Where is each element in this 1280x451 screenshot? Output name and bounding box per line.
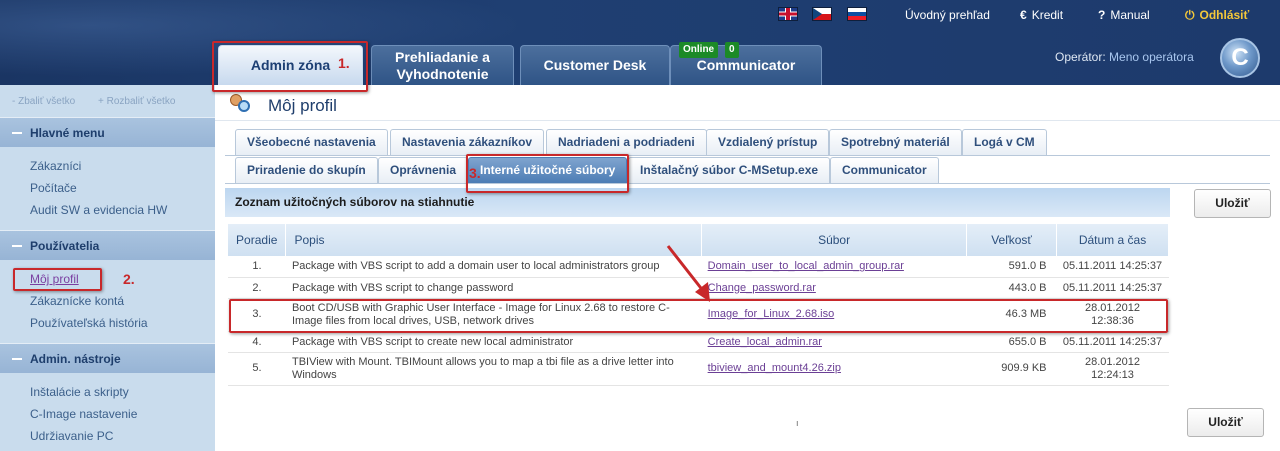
app-header: Úvodný prehľad € Kredit ? Manual ⏻ Odhlásiť… bbox=[0, 0, 1280, 85]
row-description: TBIView with Mount. TBIMount allows you … bbox=[285, 352, 702, 386]
english-flag-icon[interactable] bbox=[778, 7, 798, 21]
sidebar-item-customer-accounts[interactable]: Zákaznícke kontá bbox=[30, 294, 124, 308]
collapse-all-link[interactable]: - Zbaliť všetko bbox=[12, 96, 75, 107]
sidebar-section-admin-tools[interactable]: Admin. nástroje bbox=[0, 343, 215, 373]
credit-link[interactable]: € Kredit bbox=[1020, 8, 1063, 22]
page-title: Môj profil bbox=[268, 96, 337, 115]
stray-mark: ı bbox=[796, 418, 799, 428]
row-size: 591.0 B bbox=[966, 256, 1057, 278]
column-description[interactable]: Popis bbox=[285, 224, 703, 256]
tab-communicator-settings[interactable]: Communicator bbox=[830, 157, 939, 183]
online-badge: Online bbox=[679, 42, 719, 58]
tab-customer-desk[interactable]: Customer Desk bbox=[520, 45, 670, 85]
online-count-badge: 0 bbox=[725, 42, 739, 58]
tab-remote-access[interactable]: Vzdialený prístup bbox=[706, 129, 830, 155]
file-download-link[interactable]: tbiview_and_mount4.26.zip bbox=[708, 362, 841, 374]
czech-flag-icon[interactable] bbox=[812, 7, 832, 21]
operator-label: Operátor: bbox=[1055, 50, 1106, 64]
file-download-link[interactable]: Domain_user_to_local_admin_group.rar bbox=[708, 260, 904, 272]
title-divider bbox=[215, 120, 1280, 121]
tab-label: Customer Desk bbox=[543, 57, 647, 73]
row-datetime: 28.01.2012 12:24:13 bbox=[1056, 352, 1169, 386]
sidebar-item-audit[interactable]: Audit SW a evidencia HW bbox=[30, 203, 167, 217]
tab-label: Prehliadanie a Vyhodnotenie bbox=[395, 48, 490, 82]
save-button-bottom[interactable]: Uložiť bbox=[1187, 408, 1264, 437]
page-title-bar bbox=[215, 85, 1280, 120]
arrow-shaft bbox=[666, 245, 706, 293]
annotation-step-2: 2. bbox=[123, 271, 135, 287]
question-icon: ? bbox=[1098, 8, 1106, 22]
sidebar-item-c-image-settings[interactable]: C-Image nastavenie bbox=[30, 407, 137, 421]
slovak-flag-icon[interactable] bbox=[847, 7, 867, 21]
tab-overview-evaluation[interactable]: Prehliadanie a Vyhodnotenie bbox=[371, 45, 514, 85]
sidebar-item-customers[interactable]: Zákazníci bbox=[30, 159, 81, 173]
column-datetime[interactable]: Dátum a čas bbox=[1056, 224, 1169, 256]
row-description: Package with VBS script to change passwo… bbox=[285, 277, 702, 299]
tab-installer-file[interactable]: Inštalačný súbor C-MSetup.exe bbox=[628, 157, 831, 183]
row-file-cell: Domain_user_to_local_admin_group.rar bbox=[701, 256, 967, 278]
row-order: 4. bbox=[228, 331, 286, 353]
row-file-cell: Create_local_admin.rar bbox=[701, 331, 967, 353]
row-order: 2. bbox=[228, 277, 286, 299]
tab-label: Communicator bbox=[696, 57, 796, 73]
sidebar-item-computers[interactable]: Počítače bbox=[30, 181, 77, 195]
sidebar-item-user-history[interactable]: Používateľská história bbox=[30, 316, 148, 330]
column-file[interactable]: Súbor bbox=[701, 224, 968, 256]
table-row: 4. Package with VBS script to create new… bbox=[228, 331, 1169, 353]
row-order: 5. bbox=[228, 352, 286, 386]
file-download-link[interactable]: Create_local_admin.rar bbox=[708, 336, 822, 348]
row-file-cell: Change_password.rar bbox=[701, 277, 967, 299]
euro-icon: € bbox=[1020, 8, 1027, 22]
credit-label: Kredit bbox=[1031, 8, 1064, 22]
row-description: Package with VBS script to add a domain … bbox=[285, 256, 702, 278]
magnifier-lens-shape bbox=[238, 100, 250, 112]
home-overview-link[interactable]: Úvodný prehľad bbox=[905, 8, 990, 22]
sidebar-section-main-menu[interactable]: Hlavné menu bbox=[0, 117, 215, 147]
profile-search-icon bbox=[228, 92, 254, 116]
row-size: 655.0 B bbox=[966, 331, 1057, 353]
logout-link[interactable]: ⏻ Odhlásiť bbox=[1185, 8, 1249, 23]
row-size: 909.9 KB bbox=[966, 352, 1057, 386]
tab-logos[interactable]: Logá v CM bbox=[962, 129, 1047, 155]
annotation-box-internal-files bbox=[466, 154, 629, 193]
tabs-row1-divider bbox=[225, 155, 1270, 156]
power-icon: ⏻ bbox=[1185, 8, 1195, 22]
row-description: Package with VBS script to create new lo… bbox=[285, 331, 702, 353]
tab-general-settings[interactable]: Všeobecné nastavenia bbox=[235, 129, 388, 155]
tab-customer-settings[interactable]: Nastavenia zákazníkov bbox=[390, 129, 545, 155]
top-bar: Úvodný prehľad € Kredit ? Manual ⏻ Odhlásiť bbox=[0, 0, 1280, 30]
annotation-step-3: 3. bbox=[469, 165, 481, 181]
row-datetime: 05.11.2011 14:25:37 bbox=[1056, 331, 1169, 353]
manual-label: Manual bbox=[1110, 8, 1150, 22]
row-file-cell: tbiview_and_mount4.26.zip bbox=[701, 352, 967, 386]
tab-group-assignment[interactable]: Priradenie do skupín bbox=[235, 157, 378, 183]
annotation-arrow-icon bbox=[666, 245, 710, 302]
sidebar-toolbar: - Zbaliť všetko + Rozbaliť všetko bbox=[0, 85, 215, 117]
column-size[interactable]: Veľkosť bbox=[966, 224, 1058, 256]
save-button-top[interactable]: Uložiť bbox=[1194, 189, 1271, 218]
tab-superiors-subordinates[interactable]: Nadriadeni a podriadeni bbox=[546, 129, 707, 155]
manual-link[interactable]: ? Manual bbox=[1098, 8, 1150, 22]
tab-consumables[interactable]: Spotrebný materiál bbox=[829, 129, 962, 155]
table-row: 5. TBIView with Mount. TBIMount allows y… bbox=[228, 352, 1169, 386]
annotation-box-my-profile bbox=[13, 268, 102, 291]
logout-label: Odhlásiť bbox=[1199, 8, 1250, 22]
operator-info: Operátor: Meno operátora bbox=[1055, 50, 1194, 64]
sidebar-item-pc-maintenance[interactable]: Udržiavanie PC bbox=[30, 429, 113, 443]
column-order[interactable]: Poradie bbox=[228, 224, 287, 256]
row-order: 1. bbox=[228, 256, 286, 278]
expand-all-link[interactable]: + Rozbaliť všetko bbox=[98, 96, 175, 107]
row-datetime: 05.11.2011 14:25:37 bbox=[1056, 277, 1169, 299]
file-download-link[interactable]: Change_password.rar bbox=[708, 282, 816, 294]
sidebar-item-installations[interactable]: Inštalácie a skripty bbox=[30, 385, 129, 399]
files-list-header: Zoznam užitočných súborov na stiahnutie bbox=[225, 188, 1170, 217]
app-logo: C bbox=[1220, 38, 1260, 78]
sidebar-section-users[interactable]: Používatelia bbox=[0, 230, 215, 260]
row-datetime: 05.11.2011 14:25:37 bbox=[1056, 256, 1169, 278]
operator-name[interactable]: Meno operátora bbox=[1109, 50, 1194, 64]
tab-permissions[interactable]: Oprávnenia bbox=[378, 157, 469, 183]
row-size: 443.0 B bbox=[966, 277, 1057, 299]
tabs-row2-divider bbox=[225, 183, 1270, 184]
annotation-step-1: 1. bbox=[338, 55, 350, 71]
